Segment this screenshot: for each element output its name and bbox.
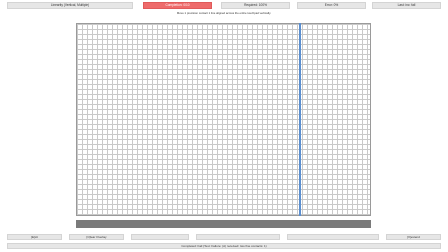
error-label: Error: 0% <box>297 2 366 9</box>
touchpad-grid[interactable] <box>76 23 371 216</box>
instruction-text: Move 1 precision contact 1 line aligned … <box>176 11 272 15</box>
touch-line-trace <box>299 23 301 216</box>
empty-button-5[interactable] <box>287 234 379 240</box>
clear-overlay-button[interactable]: [C]lear Overlay <box>69 234 124 240</box>
linearity-label: Linearity (Vertical, Multiple) <box>7 2 133 9</box>
required-label: Required: 100% <box>221 2 290 9</box>
last-result-label: Last: inc: fail <box>372 2 441 9</box>
extend-button[interactable]: [X]extend <box>386 234 441 240</box>
exit-button[interactable]: [E]xit <box>7 234 62 240</box>
empty-button-3[interactable] <box>131 234 189 240</box>
completion-badge: Completion: 0/10 <box>143 2 212 9</box>
progress-bar <box>76 220 371 228</box>
status-bar: Completed: Fail (Test: Failure: (A) rece… <box>7 243 441 249</box>
empty-button-4[interactable] <box>196 234 280 240</box>
